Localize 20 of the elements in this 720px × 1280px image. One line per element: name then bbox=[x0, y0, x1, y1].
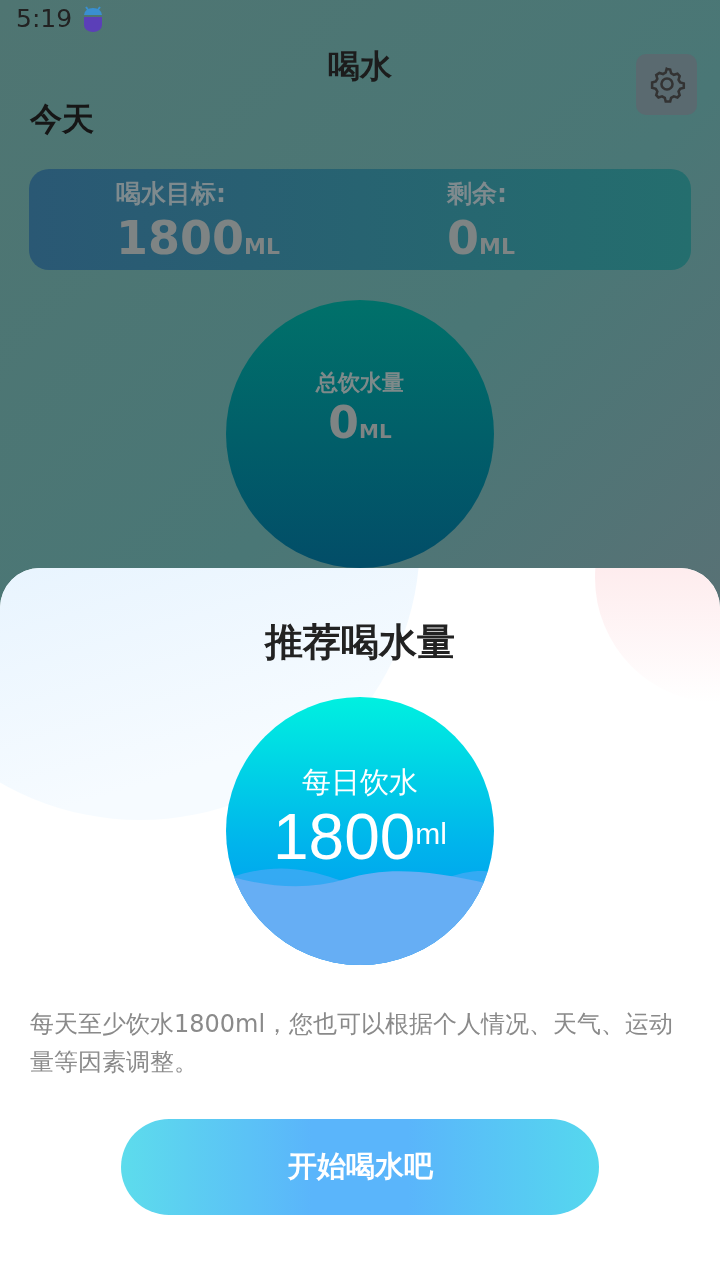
description-text: 每天至少饮水1800ml，您也可以根据个人情况、天气、运动量等因素调整。 bbox=[30, 1009, 675, 1078]
robot-icon bbox=[82, 4, 105, 33]
stat-value: 1800 bbox=[116, 212, 245, 264]
amount-unit: ml bbox=[415, 815, 447, 852]
status-time: 5:19 bbox=[16, 3, 73, 35]
total-label: 总饮水量 bbox=[316, 369, 404, 397]
section-heading: 今天 bbox=[30, 98, 94, 140]
settings-button[interactable] bbox=[636, 53, 697, 115]
stat-label: 喝水目标: bbox=[116, 178, 227, 211]
stat-unit: ML bbox=[244, 232, 280, 261]
stat-value: 0 bbox=[447, 212, 479, 264]
daily-amount: 1800 bbox=[273, 800, 416, 875]
page-title: 喝水 bbox=[328, 46, 392, 88]
stat-label: 剩余: bbox=[447, 178, 508, 211]
total-unit: ML bbox=[359, 418, 392, 445]
circle-label: 每日饮水 bbox=[302, 764, 418, 801]
stat-unit: ML bbox=[479, 232, 515, 261]
start-button[interactable]: 开始喝水吧 bbox=[121, 1119, 599, 1215]
sheet-title: 推荐喝水量 bbox=[265, 619, 455, 666]
total-value: 0 bbox=[328, 399, 359, 448]
